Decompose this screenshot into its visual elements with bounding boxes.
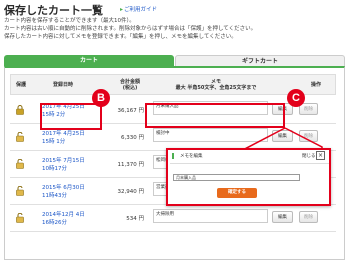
lock-open-icon[interactable] [16, 132, 24, 142]
table-row: 2014年12月 4日 16時26分 534 円 大掃除用 編集 削除 [10, 205, 336, 232]
total-amount: 11,370 円 [117, 162, 145, 168]
header-ops: 操作 [310, 82, 321, 88]
memo-field: 検討中 [153, 128, 268, 142]
total-amount: 32,940 円 [117, 189, 145, 195]
dialog-divider [170, 163, 329, 164]
confirm-button[interactable]: 確定する [217, 188, 257, 198]
date-callout [40, 103, 102, 130]
lock-open-icon[interactable] [16, 159, 24, 169]
cart-tabs: カート ギフトカート [4, 55, 345, 66]
total-amount: 36,167 円 [117, 108, 145, 114]
registered-date-link[interactable]: 2014年12月 4日 16時26分 [42, 211, 102, 227]
registered-date-link[interactable]: 2015年 7月15日 10時17分 [42, 157, 102, 173]
edit-button[interactable]: 編集 [272, 211, 293, 223]
edit-button[interactable]: 編集 [272, 130, 293, 142]
intro-line-1: カート内容を保存することができます（最大10件）。 [4, 18, 135, 24]
dialog-title: メモを編集 [180, 154, 203, 159]
memo-input[interactable]: 月末購入品 [173, 174, 300, 181]
badge-c: C [287, 89, 305, 107]
dialog-close-label[interactable]: 閉じる [302, 153, 316, 159]
table-header: 保護 登録日時 合計金額 (税込) メモ 最大 半角50文字、全角25文字まで … [10, 74, 336, 95]
arrow-right-icon: ▸ [120, 6, 124, 13]
memo-edit-dialog: メモを編集 閉じる × 月末購入品 確定する [166, 148, 331, 206]
total-amount: 534 円 [126, 216, 144, 222]
lock-open-icon[interactable] [16, 186, 24, 196]
memo-callout [145, 103, 285, 128]
lock-open-icon[interactable] [16, 213, 24, 223]
intro-text: カート内容を保存することができます（最大10件）。 カート内容は古い順に自動的に… [4, 17, 344, 41]
registered-date-link[interactable]: 2017年 4月25日 15時 1分 [42, 130, 102, 146]
header-total: 合計金額 (税込) [119, 79, 140, 91]
delete-button[interactable]: 削除 [299, 211, 318, 223]
memo-field: 大掃除用 [153, 209, 268, 223]
tab-gift-cart[interactable]: ギフトカート [175, 55, 345, 66]
dialog-header: メモを編集 閉じる × [168, 150, 331, 162]
registered-date-link[interactable]: 2015年 6月30日 11時43分 [42, 184, 102, 200]
tab-cart[interactable]: カート [4, 55, 174, 66]
header-memo: メモ 最大 半角50文字、全角25文字まで [175, 79, 257, 91]
header-lock: 保護 [15, 82, 26, 88]
guide-link-label: ご利用ガイド [124, 7, 158, 13]
lock-closed-icon[interactable] [16, 105, 24, 115]
guide-link[interactable]: ▸ご利用ガイド [120, 5, 157, 13]
intro-line-3: 保存したカート内容に対してメモを登録できます。「編集」を押し、メモを編集してくだ… [4, 34, 237, 40]
page-title: 保存したカート一覧 [4, 4, 103, 17]
close-icon[interactable]: × [316, 151, 325, 160]
total-amount: 6,330 円 [121, 135, 144, 141]
header-date: 登録日時 [52, 82, 73, 88]
dialog-title-marker [172, 153, 174, 159]
delete-button[interactable]: 削除 [299, 130, 318, 142]
badge-b: B [92, 89, 110, 107]
intro-line-2: カート内容は古い順に自動的に削除されます。削除対象からはずす場合は「保護」を押し… [4, 26, 257, 32]
